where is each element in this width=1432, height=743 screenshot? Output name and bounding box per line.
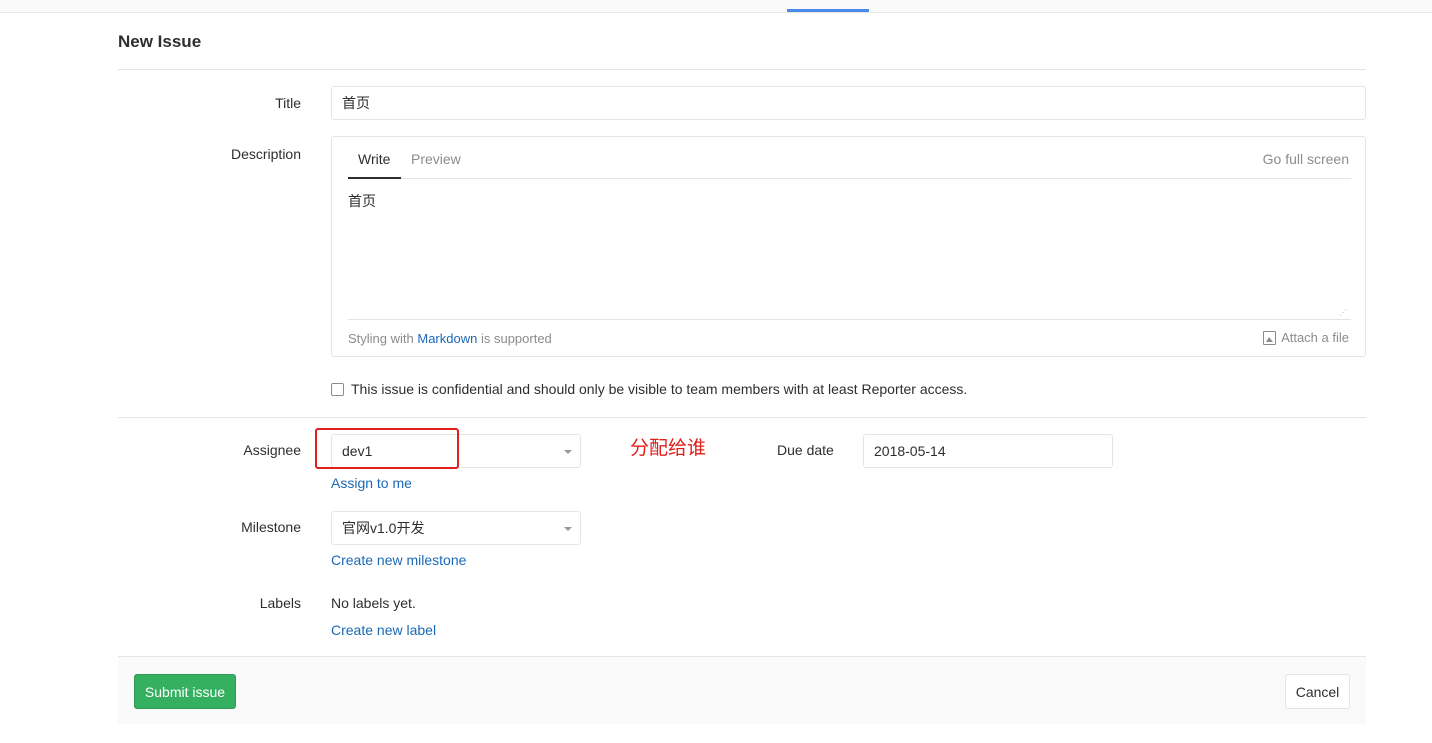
caret-down-icon	[564, 450, 572, 454]
description-textarea[interactable]: 首页	[348, 191, 376, 211]
divider	[118, 417, 1366, 418]
assign-to-me-link[interactable]: Assign to me	[331, 475, 412, 491]
markdown-note-suffix: is supported	[480, 331, 552, 346]
divider	[118, 69, 1366, 70]
confidential-option: This issue is confidential and should on…	[331, 381, 967, 397]
image-icon	[1263, 330, 1277, 345]
cancel-button[interactable]: Cancel	[1285, 674, 1350, 709]
go-full-screen-link[interactable]: Go full screen	[1263, 151, 1349, 167]
confidential-checkbox[interactable]	[331, 382, 344, 396]
title-input[interactable]: 首页	[331, 86, 1366, 120]
page-title: New Issue	[118, 32, 202, 51]
description-label: Description	[230, 146, 301, 162]
submit-issue-button[interactable]: Submit issue	[134, 674, 236, 709]
highlight-annotation-box	[315, 428, 459, 469]
title-label: Title	[275, 95, 301, 111]
assignee-annotation: 分配给谁	[630, 438, 707, 459]
due-date-input[interactable]: 2018-05-14	[863, 434, 1113, 468]
editor-footer-divider	[348, 319, 1351, 320]
confidential-label: This issue is confidential and should on…	[351, 381, 968, 397]
form-actions: Submit issue Cancel	[118, 656, 1366, 724]
active-tab-underline	[348, 177, 401, 179]
labels-label: Labels	[259, 595, 301, 611]
markdown-link[interactable]: Markdown	[417, 331, 477, 346]
markdown-note: Styling with Markdown is supported	[348, 331, 552, 346]
resize-grip-icon[interactable]: ⋰	[1339, 309, 1347, 317]
description-editor: Write Preview Go full screen 首页 ⋰ Stylin…	[331, 136, 1366, 357]
attach-file-button[interactable]: Attach a file	[1263, 330, 1349, 345]
labels-empty-text: No labels yet.	[331, 595, 416, 611]
attach-file-label: Attach a file	[1281, 330, 1349, 345]
top-nav-bar	[0, 0, 1432, 13]
due-date-label: Due date	[777, 442, 834, 458]
milestone-select[interactable]: 官网v1.0开发	[331, 511, 581, 545]
markdown-note-prefix: Styling with	[348, 331, 414, 346]
caret-down-icon	[564, 527, 572, 531]
assignee-label: Assignee	[243, 442, 301, 458]
tab-preview[interactable]: Preview	[411, 151, 461, 167]
create-milestone-link[interactable]: Create new milestone	[331, 552, 466, 568]
milestone-value: 官网v1.0开发	[342, 520, 425, 536]
active-tab-indicator	[787, 9, 869, 12]
tabs-divider	[348, 178, 1351, 179]
milestone-label: Milestone	[241, 519, 301, 535]
create-label-link[interactable]: Create new label	[331, 622, 436, 638]
tab-write[interactable]: Write	[358, 151, 390, 167]
